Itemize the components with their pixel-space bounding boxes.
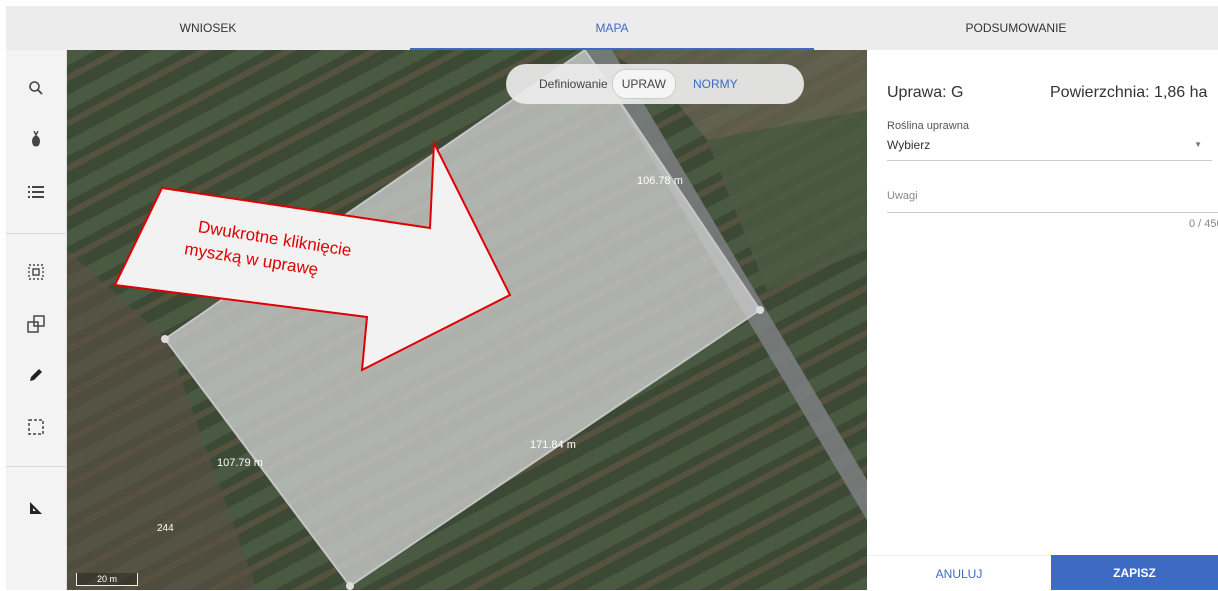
measurement-bottom: 171.84 m: [530, 439, 576, 451]
toggle-option-normy[interactable]: NORMY: [693, 77, 738, 91]
plant-field-label: Roślina uprawna: [887, 120, 969, 132]
measurement-left: 107.79 m: [217, 457, 263, 469]
notes-placeholder: Uwagi: [887, 190, 918, 202]
map-canvas: 106.78 m 107.79 m 171.84 m 244 Dwukrotne…: [67, 50, 867, 590]
panel-title: Uprawa: G: [887, 84, 964, 101]
area-label: Powierzchnia: 1,86 ha: [1050, 84, 1208, 101]
plant-select[interactable]: Wybierz ▼: [887, 138, 1212, 161]
dashed-rectangle-icon[interactable]: [20, 411, 52, 443]
parcel-number: 244: [157, 523, 174, 534]
vertex-handle[interactable]: [346, 582, 354, 590]
notes-field[interactable]: Uwagi: [887, 190, 1218, 213]
vertex-handle[interactable]: [756, 306, 764, 314]
copy-shape-icon[interactable]: [20, 308, 52, 340]
search-icon[interactable]: [20, 72, 52, 104]
sidebar-divider: [6, 466, 66, 467]
ruler-icon[interactable]: [20, 492, 52, 524]
save-button[interactable]: ZAPISZ: [1051, 555, 1218, 590]
toggle-option-upraw[interactable]: UPRAW: [611, 69, 676, 99]
vertex-handle[interactable]: [161, 335, 169, 343]
chevron-down-icon: ▼: [1194, 140, 1202, 149]
sidebar-divider: [6, 233, 66, 234]
tab-wniosek[interactable]: WNIOSEK: [6, 6, 410, 50]
crop-details-panel: Uprawa: G Powierzchnia: 1,86 ha Roślina …: [867, 50, 1218, 591]
toggle-label: Definiowanie: [539, 77, 608, 91]
plant-select-value: Wybierz: [887, 138, 931, 152]
cancel-button[interactable]: ANULUJ: [867, 555, 1051, 591]
select-area-icon[interactable]: [20, 256, 52, 288]
tool-sidebar: [6, 50, 67, 590]
pencil-icon[interactable]: [20, 359, 52, 391]
top-tab-bar: WNIOSEK MAPA PODSUMOWANIE: [6, 6, 1218, 50]
crop-plant-icon[interactable]: [20, 124, 52, 156]
tab-podsumowanie[interactable]: PODSUMOWANIE: [814, 6, 1218, 50]
scale-bar: 20 m: [76, 573, 138, 586]
map-view[interactable]: 106.78 m 107.79 m 171.84 m 244 Dwukrotne…: [67, 50, 867, 590]
measurement-top: 106.78 m: [637, 175, 683, 187]
definition-mode-toggle: Definiowanie UPRAW NORMY: [506, 64, 804, 104]
list-icon[interactable]: [20, 176, 52, 208]
tab-mapa[interactable]: MAPA: [410, 6, 814, 50]
char-counter: 0 / 450: [1189, 218, 1218, 230]
